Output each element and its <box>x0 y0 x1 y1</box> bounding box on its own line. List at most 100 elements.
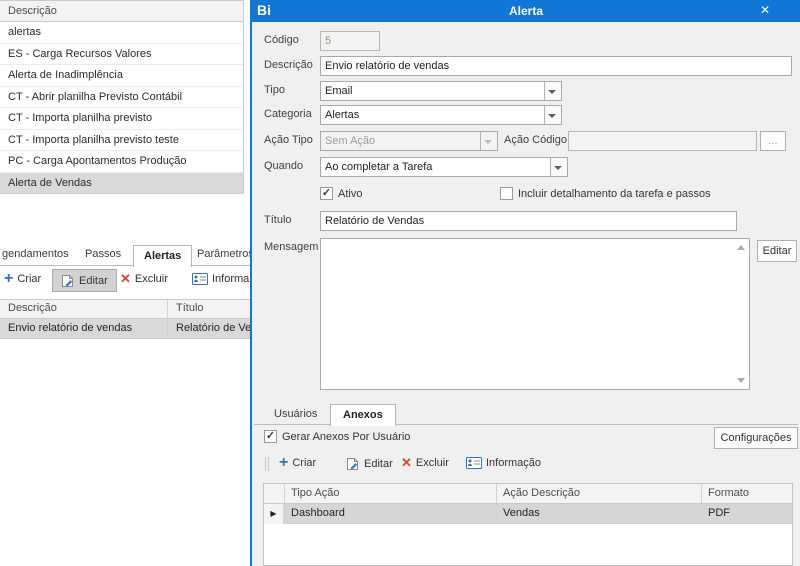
acao-codigo-field <box>568 131 757 151</box>
incluir-detalhamento-checkbox[interactable]: Incluir detalhamento da tarefa e passos <box>500 187 711 200</box>
list-item[interactable]: CT - Importa planilha previsto <box>0 108 243 130</box>
categoria-dropdown[interactable]: Alertas <box>320 105 562 125</box>
cell-acao-descricao: Vendas <box>503 507 540 519</box>
info-card-icon <box>466 457 482 469</box>
column-divider <box>701 484 702 503</box>
checkbox-checked-icon[interactable]: ✓ <box>320 187 333 200</box>
anexos-table-header: Tipo Ação Ação Descrição Formato <box>264 484 792 504</box>
tab-agendamentos[interactable]: gendamentos <box>2 248 69 260</box>
informacao-button[interactable]: Informa <box>192 273 249 285</box>
toolbar-grip[interactable] <box>265 457 269 471</box>
cell-descricao: Envio relatório de vendas <box>8 322 133 334</box>
list-item-selected[interactable]: Alerta de Vendas <box>0 172 243 194</box>
alerta-dialog: Bi Alerta ✕ Código Descrição Tipo Email … <box>250 0 800 566</box>
tab-usuarios[interactable]: Usuários <box>274 408 317 420</box>
chevron-down-icon <box>554 166 562 170</box>
dropdown-button[interactable] <box>544 82 561 100</box>
dropdown-button <box>480 132 497 150</box>
delete-x-icon: ✕ <box>401 455 412 470</box>
list-item[interactable]: Alerta de Inadimplência <box>0 65 243 87</box>
descricao-field[interactable] <box>320 56 792 76</box>
scroll-up-icon[interactable] <box>737 245 745 250</box>
editar-button-pressed[interactable]: Editar <box>52 269 117 292</box>
gerar-anexos-label: Gerar Anexos Por Usuário <box>282 430 411 443</box>
informacao-label: Informa <box>212 273 250 285</box>
anexos-table: Tipo Ação Ação Descrição Formato ▶ Dashb… <box>263 483 793 566</box>
column-divider <box>496 484 497 503</box>
dialog-title: Alerta <box>508 4 543 18</box>
acao-codigo-browse-button[interactable]: ... <box>760 131 786 151</box>
column-divider <box>167 300 168 318</box>
mensagem-textarea[interactable] <box>320 238 750 390</box>
plus-icon: + <box>279 454 289 471</box>
excluir-label: Excluir <box>415 457 449 469</box>
quando-value: Ao completar a Tarefa <box>325 161 433 173</box>
table-row-selected[interactable]: Envio relatório de vendas Relatório de V… <box>0 319 250 339</box>
list-column-header[interactable]: Descrição <box>0 0 243 22</box>
left-table-header: Descrição Título <box>0 299 250 319</box>
tab-alertas[interactable]: Alertas <box>133 245 193 267</box>
criar-button[interactable]: + Criar <box>4 270 42 287</box>
checkbox-checked-icon[interactable]: ✓ <box>264 430 277 443</box>
list-item[interactable]: PC - Carga Apontamentos Produção <box>0 151 243 173</box>
checkbox-unchecked-icon[interactable] <box>500 187 513 200</box>
quando-label: Quando <box>264 160 304 172</box>
pencil-page-icon <box>62 274 73 287</box>
excluir-button[interactable]: ✕ Excluir <box>120 271 168 286</box>
anexo-criar-button[interactable]: + Criar <box>279 454 316 471</box>
gerar-anexos-checkbox[interactable]: ✓ Gerar Anexos Por Usuário <box>264 430 410 443</box>
anexo-informacao-button[interactable]: Informação <box>466 457 541 469</box>
column-divider <box>701 504 702 523</box>
list-item[interactable]: alertas <box>0 22 243 44</box>
background-window: Descrição alertas ES - Carga Recursos Va… <box>0 0 250 566</box>
dialog-tab-strip: Usuários Anexos <box>254 404 798 426</box>
criar-label: Criar <box>17 273 42 285</box>
anexos-table-row-selected[interactable]: ▶ Dashboard Vendas PDF <box>264 504 792 524</box>
tipo-dropdown[interactable]: Email <box>320 81 562 101</box>
column-header-tipo-acao[interactable]: Tipo Ação <box>291 487 340 499</box>
mensagem-editar-button[interactable]: Editar <box>757 240 797 262</box>
ativo-checkbox[interactable]: ✓ Ativo <box>320 187 362 200</box>
column-divider <box>167 319 168 338</box>
column-header-formato[interactable]: Formato <box>708 487 749 499</box>
quando-dropdown[interactable]: Ao completar a Tarefa <box>320 157 568 177</box>
dropdown-button[interactable] <box>550 158 567 176</box>
titulo-field[interactable] <box>320 211 737 231</box>
acao-tipo-label: Ação Tipo <box>264 134 313 146</box>
categoria-value: Alertas <box>325 109 360 121</box>
cell-formato: PDF <box>708 507 730 519</box>
plus-icon: + <box>4 270 14 287</box>
excluir-label: Excluir <box>134 273 168 285</box>
cell-titulo: Relatório de Vend <box>176 322 250 334</box>
cell-tipo-acao: Dashboard <box>291 507 345 519</box>
mensagem-label: Mensagem <box>264 241 319 253</box>
descricao-label: Descrição <box>264 59 313 71</box>
column-header-titulo[interactable]: Título <box>176 302 204 314</box>
dialog-titlebar[interactable]: Bi Alerta ✕ <box>252 0 800 22</box>
list-item[interactable]: CT - Abrir planilha Previsto Contábil <box>0 86 243 108</box>
close-icon[interactable]: ✕ <box>754 3 776 17</box>
pencil-page-icon <box>347 458 358 470</box>
categoria-label: Categoria <box>264 108 312 120</box>
anexo-editar-button[interactable]: Editar <box>346 457 393 471</box>
list-item[interactable]: CT - Importa planilha previsto teste <box>0 129 243 151</box>
scroll-down-icon[interactable] <box>737 378 745 383</box>
column-divider <box>496 504 497 523</box>
delete-x-icon: ✕ <box>120 271 131 286</box>
row-pointer-icon: ▶ <box>264 504 284 524</box>
editar-label: Editar <box>79 274 108 287</box>
editar-label: Editar <box>364 458 393 470</box>
tab-passos[interactable]: Passos <box>85 248 121 260</box>
tab-anexos[interactable]: Anexos <box>330 404 396 426</box>
column-header-acao-descricao[interactable]: Ação Descrição <box>503 487 580 499</box>
anexo-excluir-button[interactable]: ✕ Excluir <box>401 455 449 470</box>
list-item[interactable]: ES - Carga Recursos Valores <box>0 43 243 65</box>
dropdown-button[interactable] <box>544 106 561 124</box>
tab-parametros[interactable]: Parâmetros <box>197 248 250 260</box>
alert-description-list: Descrição alertas ES - Carga Recursos Va… <box>0 0 244 194</box>
configuracoes-button[interactable]: Configurações <box>714 427 798 449</box>
info-card-icon <box>192 273 208 285</box>
column-divider <box>284 484 285 503</box>
acao-tipo-value: Sem Ação <box>325 135 376 147</box>
column-header-descricao[interactable]: Descrição <box>8 302 57 314</box>
